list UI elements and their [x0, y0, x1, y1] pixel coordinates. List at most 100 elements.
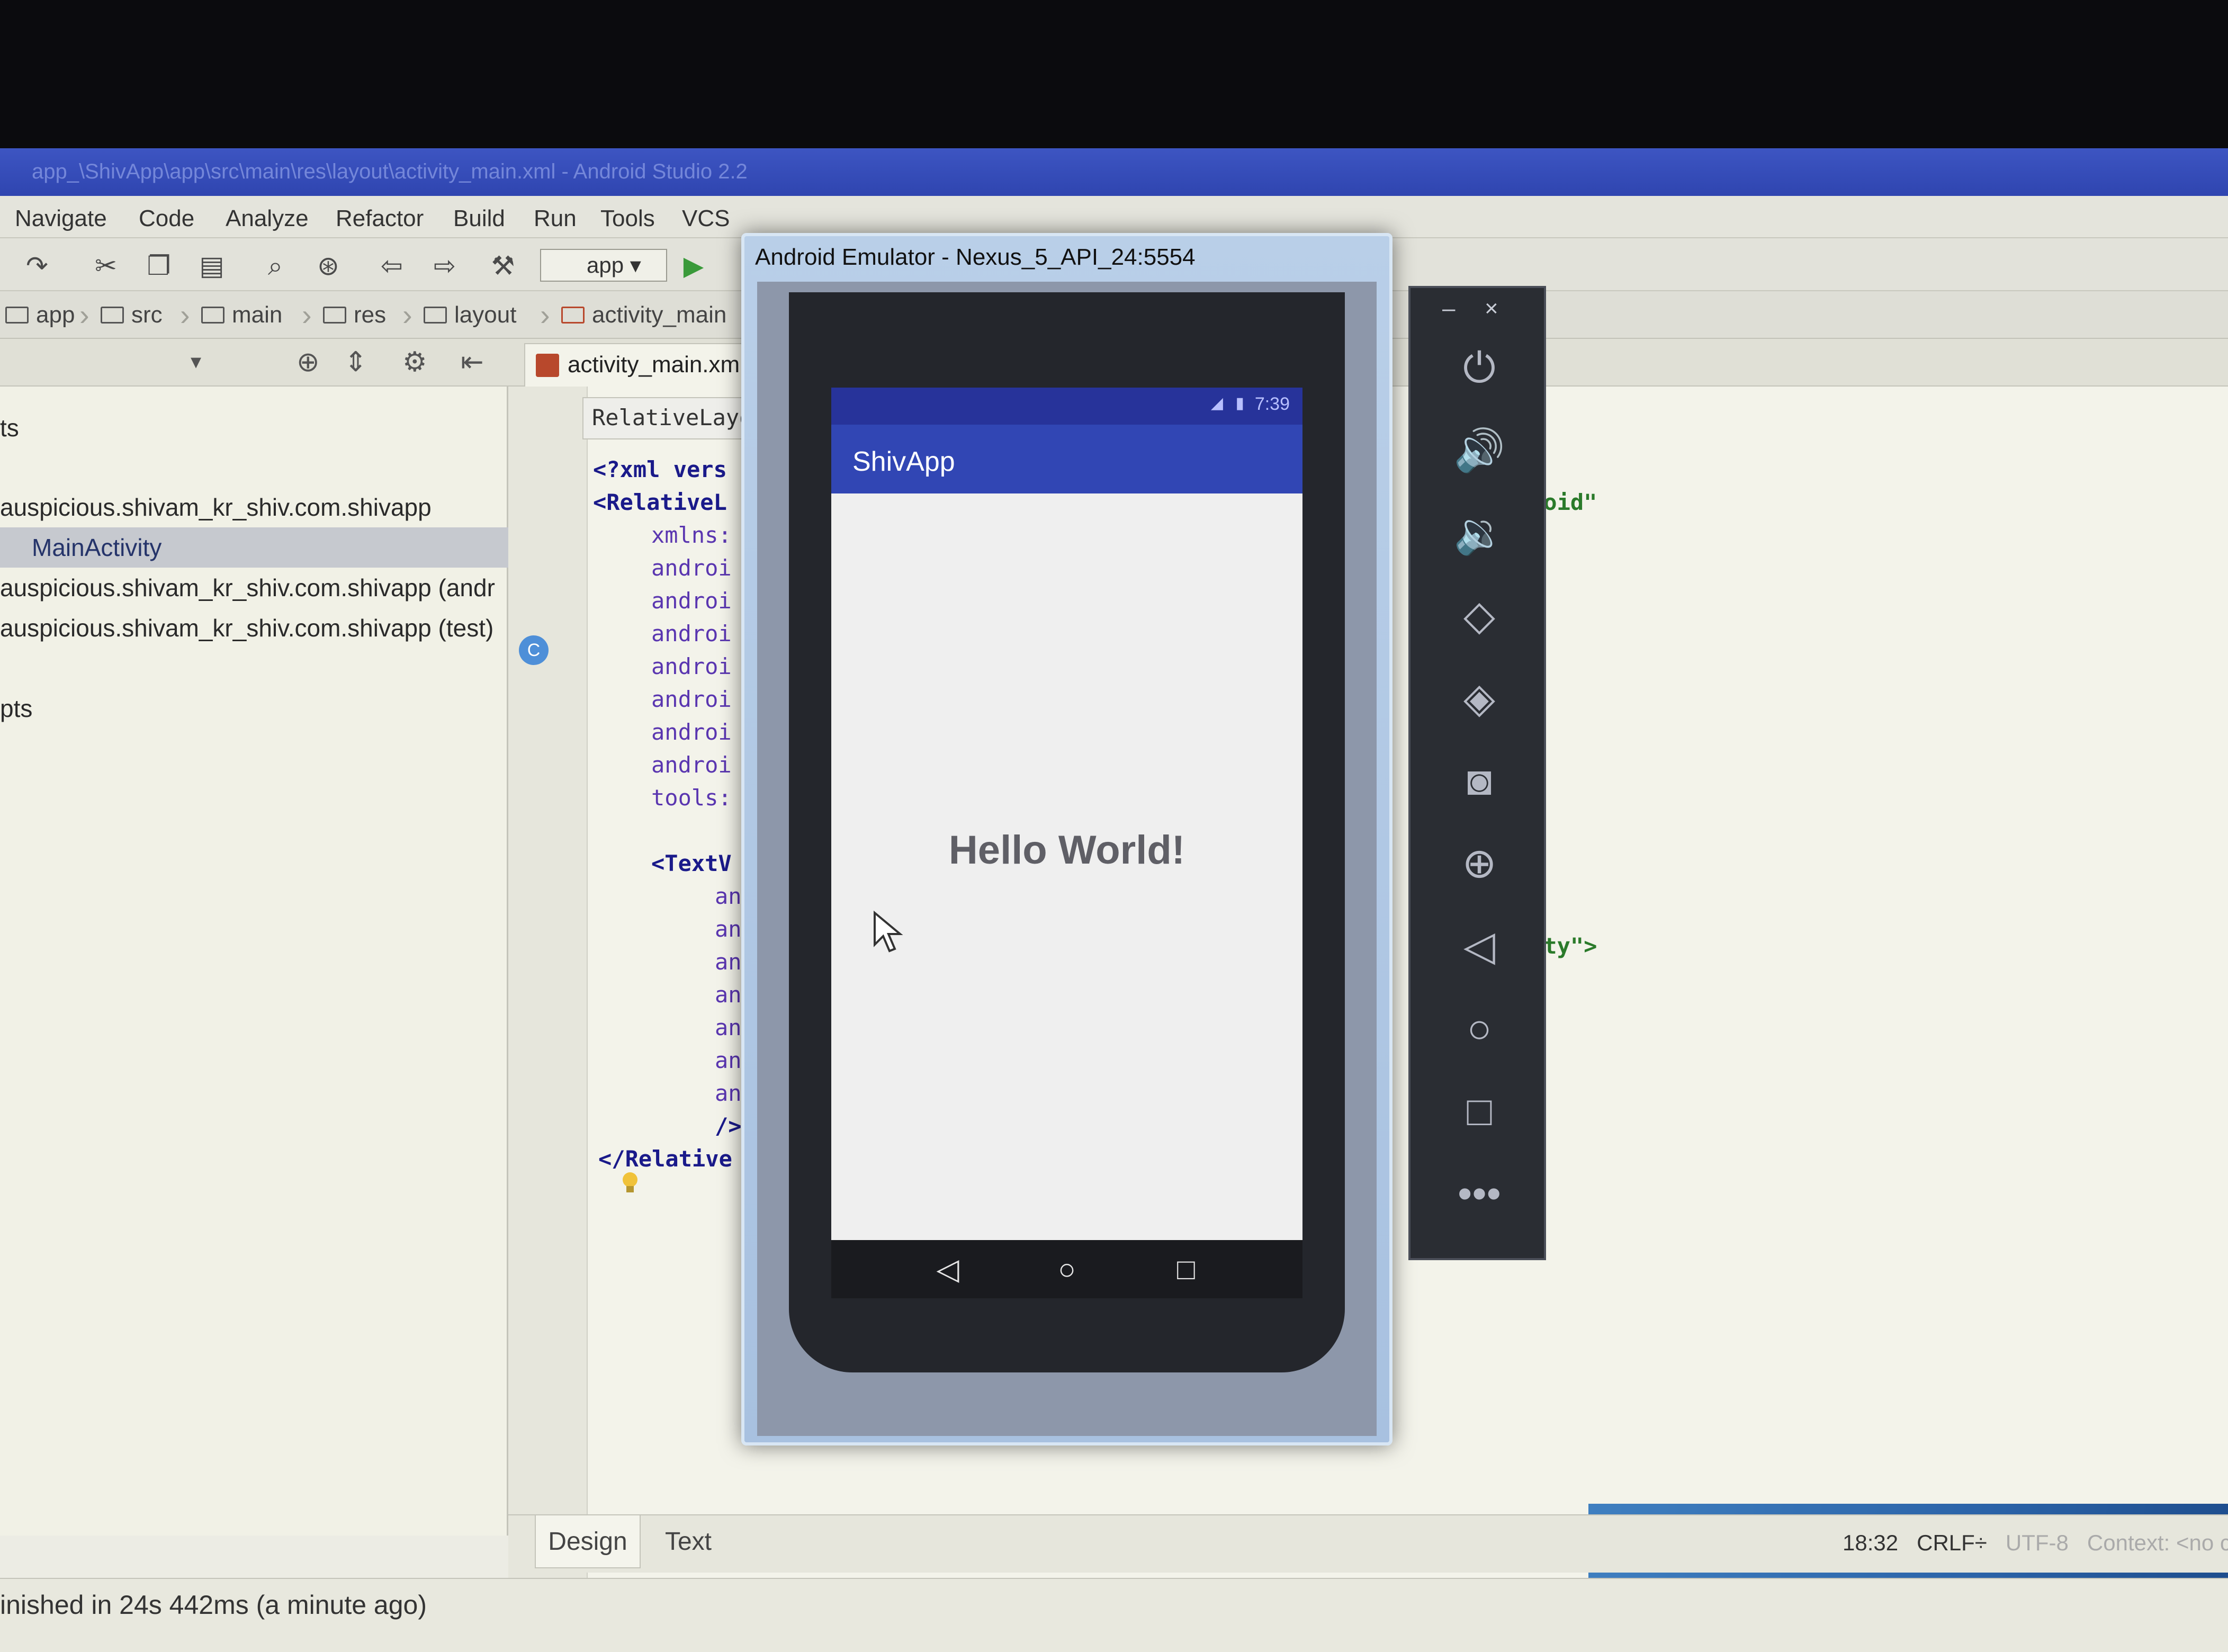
lightbulb-icon[interactable]: [619, 1170, 641, 1197]
sync-icon[interactable]: ⊕: [297, 346, 320, 378]
tree-item-package-android-test[interactable]: auspicious.shivam_kr_shiv.com.shivapp (a…: [0, 568, 508, 608]
code-line[interactable]: androi: [651, 653, 732, 679]
tab-design[interactable]: Design: [535, 1515, 641, 1568]
nav-home-icon[interactable]: ○: [1051, 1253, 1083, 1285]
code-line[interactable]: </Relative: [598, 1146, 732, 1172]
close-button[interactable]: ×: [1485, 295, 1498, 322]
crumb-main[interactable]: main: [201, 302, 282, 328]
back-icon[interactable]: ◁: [1442, 919, 1516, 972]
run-config-dropdown[interactable]: app ▾: [540, 249, 667, 282]
replace-icon[interactable]: ⊛: [312, 250, 344, 282]
run-config-label: app: [587, 253, 624, 277]
tab-text[interactable]: Text: [646, 1515, 731, 1568]
hello-world-text: Hello World!: [948, 828, 1185, 873]
tree-item-package-test[interactable]: auspicious.shivam_kr_shiv.com.shivapp (t…: [0, 608, 508, 648]
code-line[interactable]: an: [715, 1014, 742, 1040]
menu-build[interactable]: Build: [453, 205, 505, 232]
minimize-button[interactable]: –: [1442, 295, 1455, 322]
code-line[interactable]: <?xml vers: [593, 456, 727, 482]
code-line[interactable]: <RelativeL: [593, 489, 727, 515]
more-icon[interactable]: •••: [1442, 1167, 1516, 1220]
code-line[interactable]: androi: [651, 719, 732, 745]
folder-icon: [424, 307, 447, 324]
code-line[interactable]: <TextV: [651, 850, 732, 876]
code-line[interactable]: an: [715, 1047, 742, 1073]
cursor-position[interactable]: 18:32: [1843, 1530, 1898, 1555]
rotate-left-icon[interactable]: ◇: [1442, 589, 1516, 642]
settings-gear-icon[interactable]: ⚙: [402, 346, 427, 378]
app-title: ShivApp: [852, 446, 955, 477]
menu-navigate[interactable]: Navigate: [15, 205, 107, 232]
tree-item[interactable]: ts: [0, 408, 508, 448]
project-panel-header: ▾ ⊕ ⇕ ⚙ ⇤: [0, 339, 508, 387]
device-frame: ◢ ▮ 7:39 ShivApp Hello World! ◁ ○ □: [789, 292, 1345, 1372]
code-line[interactable]: an: [715, 982, 742, 1008]
forward-arrow-icon[interactable]: ⇨: [429, 250, 461, 282]
find-icon[interactable]: ⌕: [259, 250, 291, 282]
overview-icon[interactable]: □: [1442, 1084, 1516, 1137]
app-toolbar: ShivApp: [831, 425, 1302, 493]
mouse-cursor-icon: [874, 911, 903, 953]
code-line[interactable]: androi: [651, 555, 732, 581]
code-line[interactable]: an: [715, 916, 742, 942]
crumb-res[interactable]: res: [323, 302, 386, 328]
code-line[interactable]: an: [715, 949, 742, 975]
hide-panel-icon[interactable]: ⇤: [461, 346, 484, 378]
folder-icon: [5, 307, 29, 324]
code-line[interactable]: />: [715, 1113, 742, 1139]
back-arrow-icon[interactable]: ⇦: [376, 250, 408, 282]
crumb-src[interactable]: src: [101, 302, 163, 328]
menu-vcs[interactable]: VCS: [682, 205, 730, 232]
editor-gutter: [508, 387, 588, 1610]
menu-bar: Navigate Code Analyze Refactor Build Run…: [0, 196, 2228, 238]
device-screen[interactable]: ◢ ▮ 7:39 ShivApp Hello World! ◁ ○ □: [831, 388, 1302, 1298]
zoom-icon[interactable]: ⊕: [1442, 837, 1516, 890]
code-line[interactable]: an: [715, 1080, 742, 1106]
tree-item[interactable]: pts: [0, 688, 508, 729]
menu-code[interactable]: Code: [139, 205, 194, 232]
home-icon[interactable]: ○: [1442, 1002, 1516, 1055]
collapse-icon[interactable]: ⇕: [344, 346, 367, 378]
line-separator-indicator[interactable]: CRLF÷: [1917, 1530, 1987, 1555]
camera-icon[interactable]: ◙: [1442, 754, 1516, 807]
emulator-side-controls: – × ⏻ 🔊 🔉 ◇ ◈ ◙ ⊕ ◁ ○ □ •••: [1408, 286, 1546, 1260]
crumb-separator: ›: [540, 298, 550, 331]
code-line[interactable]: xmlns:: [651, 522, 732, 548]
paste-icon[interactable]: ▤: [196, 250, 228, 282]
tree-item-mainactivity[interactable]: MainActivity: [0, 527, 508, 568]
code-line[interactable]: androi: [651, 621, 732, 647]
code-line[interactable]: androi: [651, 752, 732, 778]
copy-icon[interactable]: ❐: [143, 250, 175, 282]
editor-tab-activity-main[interactable]: activity_main.xml: [524, 343, 757, 387]
code-line[interactable]: androi: [651, 686, 732, 712]
emulator-title[interactable]: Android Emulator - Nexus_5_API_24:5554: [744, 236, 1389, 279]
dropdown-arrow-icon[interactable]: ▾: [191, 349, 201, 374]
tree-item-package[interactable]: auspicious.shivam_kr_shiv.com.shivapp: [0, 487, 508, 527]
volume-up-icon[interactable]: 🔊: [1442, 424, 1516, 477]
status-message: inished in 24s 442ms (a minute ago): [0, 1590, 427, 1620]
code-line[interactable]: androi: [651, 588, 732, 614]
crumb-app[interactable]: app: [5, 302, 75, 328]
menu-tools[interactable]: Tools: [600, 205, 655, 232]
crumb-separator: ›: [402, 298, 412, 331]
project-panel: ▾ ⊕ ⇕ ⚙ ⇤ ts auspicious.shivam_kr_shiv.c…: [0, 339, 508, 1536]
code-line[interactable]: tools:: [651, 785, 732, 811]
menu-run[interactable]: Run: [534, 205, 577, 232]
redo-icon[interactable]: ↷: [21, 250, 53, 282]
crumb-separator: ›: [302, 298, 312, 331]
make-project-icon[interactable]: ⚒: [487, 250, 519, 282]
power-icon[interactable]: ⏻: [1442, 341, 1516, 394]
menu-analyze[interactable]: Analyze: [226, 205, 309, 232]
side-window-controls: – ×: [1411, 293, 1548, 325]
rotate-right-icon[interactable]: ◈: [1442, 671, 1516, 724]
nav-recents-icon[interactable]: □: [1170, 1253, 1202, 1285]
cut-icon[interactable]: ✂: [90, 250, 122, 282]
run-icon[interactable]: ▶: [678, 250, 709, 282]
menu-refactor[interactable]: Refactor: [336, 205, 424, 232]
volume-down-icon[interactable]: 🔉: [1442, 506, 1516, 559]
nav-back-icon[interactable]: ◁: [932, 1253, 964, 1285]
encoding-indicator[interactable]: UTF-8: [2006, 1530, 2069, 1555]
crumb-layout[interactable]: layout: [424, 302, 516, 328]
crumb-activity-main[interactable]: activity_main: [561, 302, 726, 328]
code-line[interactable]: an: [715, 883, 742, 909]
